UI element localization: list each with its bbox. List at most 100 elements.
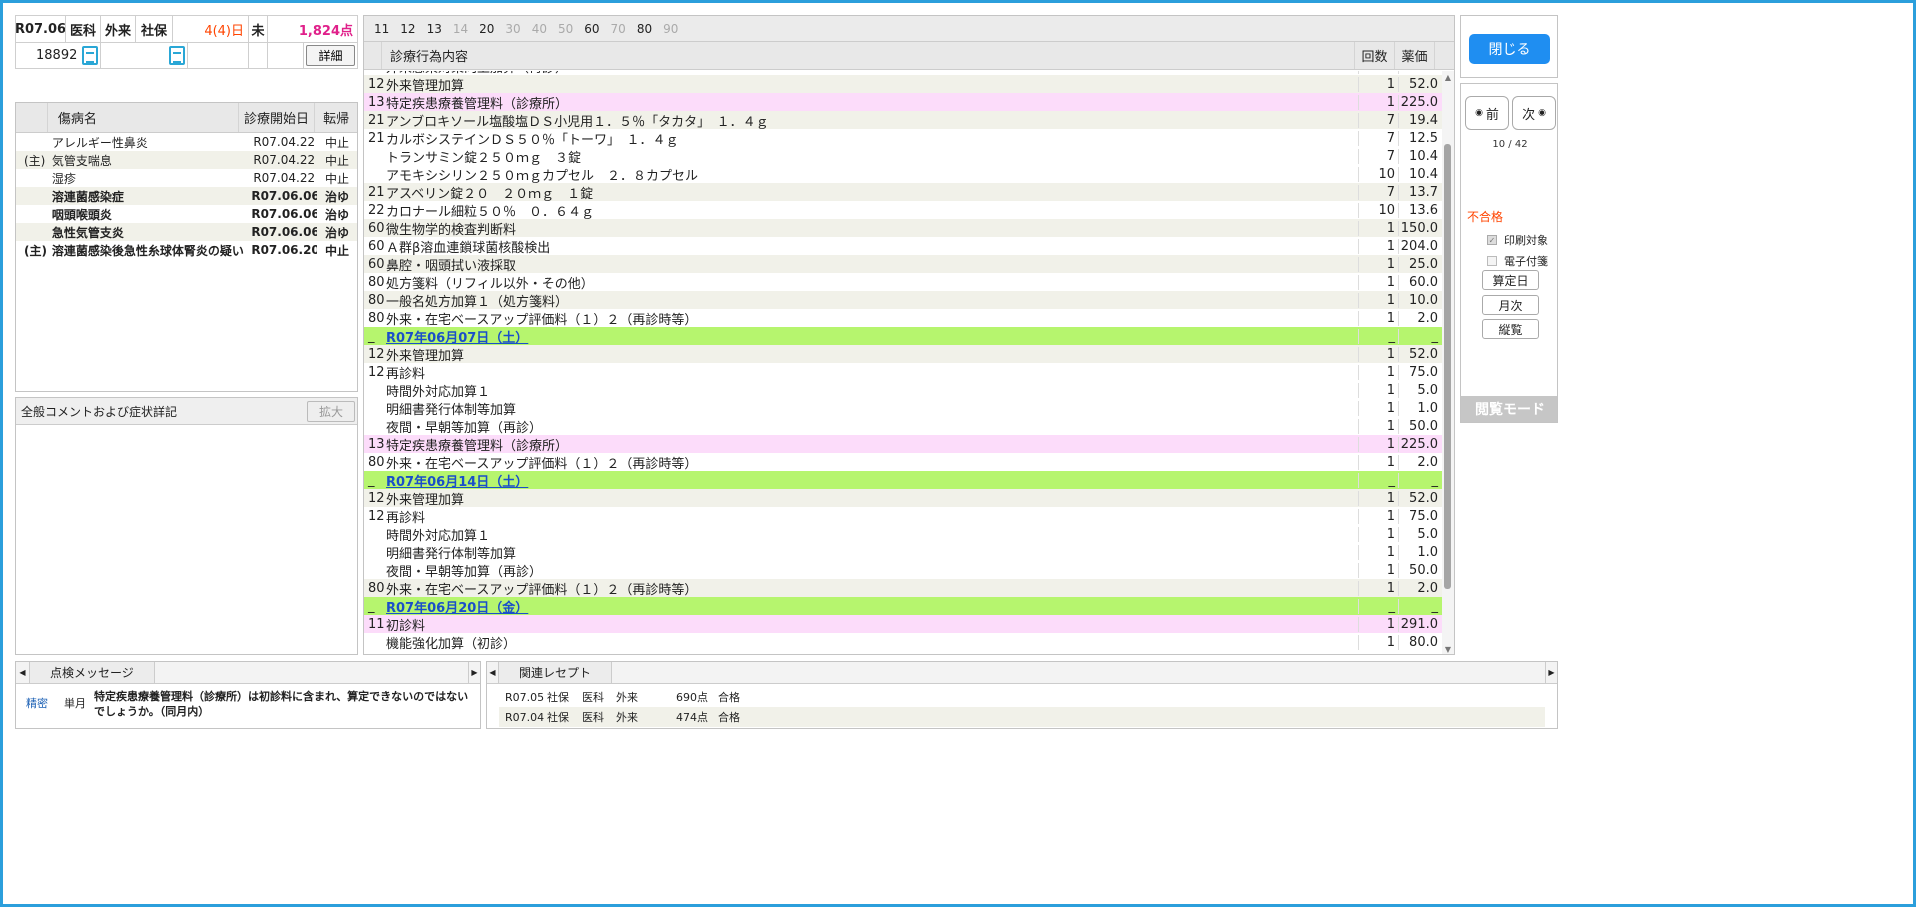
treatment-row[interactable]: 夜間・早朝等加算（再診） 1 50.0 xyxy=(364,417,1442,436)
treatment-row[interactable]: アモキシシリン２５０ｍｇカプセル ２．８カプセル 10 10.4 xyxy=(364,165,1442,184)
category-tab-11[interactable]: 11 xyxy=(374,22,389,36)
treatment-row[interactable]: 時間外対応加算１ 1 5.0 xyxy=(364,381,1442,400)
treatment-row[interactable]: 夜間・早朝等加算（再診） 1 50.0 xyxy=(364,561,1442,580)
treatment-row[interactable]: 13 特定疾患療養管理料（診療所） 1 225.0 xyxy=(364,93,1442,112)
scroll-down-arrow[interactable]: ▼ xyxy=(1442,643,1454,654)
treatment-row[interactable]: 80 外来・在宅ベースアップ評価料（１）２（再診時等） 1 2.0 xyxy=(364,579,1442,598)
calc-date-button[interactable]: 算定日 xyxy=(1482,270,1539,290)
disease-row[interactable]: (主) 溶連菌感染後急性糸球体腎炎の疑い R07.06.20 中止 xyxy=(16,241,357,259)
category-tab-12[interactable]: 12 xyxy=(400,22,415,36)
scroll-thumb[interactable] xyxy=(1444,144,1451,589)
disease-row[interactable]: 咽頭喉頭炎 R07.06.06 治ゆ xyxy=(16,205,357,223)
treatment-row[interactable]: 21 カルボシステインＤＳ５０％「トーワ」 １．４ｇ 7 12.5 xyxy=(364,129,1442,148)
treatment-price: 50.0 xyxy=(1398,562,1442,578)
treatment-row[interactable]: トランサミン錠２５０ｍｇ ３錠 7 10.4 xyxy=(364,147,1442,166)
document-icon[interactable] xyxy=(82,46,98,65)
checkbox-icon[interactable] xyxy=(1487,256,1497,266)
treatment-code: 12 xyxy=(368,508,385,524)
treatment-row[interactable]: 12 外来管理加算 1 52.0 xyxy=(364,489,1442,508)
treatment-row[interactable]: 13 特定疾患療養管理料（診療所） 1 225.0 xyxy=(364,435,1442,454)
category-tab-80[interactable]: 80 xyxy=(637,22,652,36)
related-tab-scroll-right[interactable]: ▶ xyxy=(1545,662,1557,683)
treatment-row[interactable]: 21 アンブロキソール塩酸塩ＤＳ小児用１．５％「タカタ」 １．４ｇ 7 19.4 xyxy=(364,111,1442,130)
category-tab-90[interactable]: 90 xyxy=(663,22,678,36)
treatment-count: 1 xyxy=(1358,634,1398,650)
empty-cell-3 xyxy=(267,42,304,69)
next-button[interactable]: 次 ◉ xyxy=(1512,96,1556,130)
close-button[interactable]: 閉じる xyxy=(1469,34,1550,64)
treatment-row[interactable]: 機能強化加算（初診） 1 80.0 xyxy=(364,633,1442,652)
tab-scroll-left[interactable]: ◀ xyxy=(16,662,30,683)
category-tab-40[interactable]: 40 xyxy=(532,22,547,36)
treatment-row[interactable]: 80 外来・在宅ベースアップ評価料（１）２（再診時等） 1 2.0 xyxy=(364,309,1442,328)
overview-button[interactable]: 縦覧 xyxy=(1482,319,1539,339)
disease-row[interactable]: 湿疹 R07.04.22 中止 xyxy=(16,169,357,187)
treatment-row[interactable]: 80 処方箋料（リフィル以外・その他） 1 60.0 xyxy=(364,273,1442,292)
treatment-row[interactable]: 80 一般名処方加算１（処方箋料） 1 10.0 xyxy=(364,291,1442,310)
tab-scroll-right[interactable]: ▶ xyxy=(468,662,480,683)
related-receipt-row[interactable]: R07.04 社保 医科 外来 474点 合格 xyxy=(499,707,1545,727)
category-tab-30[interactable]: 30 xyxy=(505,22,520,36)
electronic-note-option[interactable]: 電子付箋 xyxy=(1487,253,1548,269)
treatment-row[interactable]: 12 外来管理加算 1 52.0 xyxy=(364,345,1442,364)
tab-check-message[interactable]: 点検メッセージ xyxy=(30,662,155,683)
category-tab-70[interactable]: 70 xyxy=(611,22,626,36)
date-row[interactable]: _ R07年06月14日（土） _ _ xyxy=(364,471,1442,490)
treatment-code: 80 xyxy=(368,292,385,308)
tab-related-receipts[interactable]: 関連レセプト xyxy=(499,662,613,683)
treatment-name: 鼻腔・咽頭拭い液採取 xyxy=(386,258,517,274)
treatment-row[interactable]: 11 初診料 1 291.0 xyxy=(364,615,1442,634)
category-tab-50[interactable]: 50 xyxy=(558,22,573,36)
print-target-option[interactable]: ✓ 印刷対象 xyxy=(1487,232,1548,248)
treatment-row[interactable]: 60 Ａ群β溶血連鎖球菌核酸検出 1 204.0 xyxy=(364,237,1442,256)
checkbox-checked-icon[interactable]: ✓ xyxy=(1487,235,1497,245)
treatment-row[interactable]: 明細書発行体制等加算 1 1.0 xyxy=(364,399,1442,418)
treatment-count: 7 xyxy=(1358,184,1398,200)
treatment-row[interactable]: 21 アスベリン錠２０ ２０ｍｇ １錠 7 13.7 xyxy=(364,183,1442,202)
treatment-row[interactable]: 60 鼻腔・咽頭拭い液採取 1 25.0 xyxy=(364,255,1442,274)
treatment-row[interactable]: 時間外対応加算１ 1 5.0 xyxy=(364,525,1442,544)
treatment-code: _ xyxy=(368,472,375,488)
category-tab-60[interactable]: 60 xyxy=(584,22,599,36)
disease-row[interactable]: 溶連菌感染症 R07.06.06 治ゆ xyxy=(16,187,357,205)
treatment-row[interactable]: 明細書発行体制等加算 1 1.0 xyxy=(364,543,1442,562)
treatment-name: 外来管理加算 xyxy=(386,78,465,94)
treatment-code: _ xyxy=(368,598,375,614)
date-row[interactable]: _ R07年06月07日（土） _ _ xyxy=(364,327,1442,346)
treatment-code: 22 xyxy=(368,202,385,218)
category-tab-14[interactable]: 14 xyxy=(453,22,468,36)
treatment-count: 1 xyxy=(1358,220,1398,236)
treatment-row[interactable]: 22 カロナール細粒５０％ ０．６４ｇ 10 13.6 xyxy=(364,201,1442,220)
treatment-name-header: 診療行為内容 xyxy=(382,42,1355,69)
treatment-row[interactable]: 12 再診料 1 75.0 xyxy=(364,363,1442,382)
category-tab-13[interactable]: 13 xyxy=(427,22,442,36)
detail-button[interactable]: 詳細 xyxy=(306,45,355,66)
related-tab-scroll-left[interactable]: ◀ xyxy=(487,662,499,683)
treatment-row[interactable]: 12 再診料 1 75.0 xyxy=(364,507,1442,526)
category-tabs: 11 12 13 14 20 30 40 50 60 70 80 90 xyxy=(364,16,1454,42)
document-icon-2[interactable] xyxy=(169,46,185,65)
treatment-name: 明細書発行体制等加算 xyxy=(386,546,517,562)
treatment-row[interactable]: 12 外来管理加算 1 52.0 xyxy=(364,75,1442,94)
monthly-button[interactable]: 月次 xyxy=(1482,295,1539,315)
vertical-scrollbar[interactable]: ▲ ▼ xyxy=(1442,71,1454,654)
check-message-row[interactable]: 精密 単月 特定疾患療養管理料（診療所）は初診料に含まれ、算定できないのではないでし… xyxy=(16,684,480,719)
comment-body[interactable] xyxy=(16,425,357,654)
treatment-name: アスベリン錠２０ ２０ｍｇ １錠 xyxy=(386,186,594,202)
category-tab-20[interactable]: 20 xyxy=(479,22,494,36)
treatment-count: 1 xyxy=(1358,364,1398,380)
disease-row[interactable]: 急性気管支炎 R07.06.06 治ゆ xyxy=(16,223,357,241)
date-row[interactable]: _ R07年06月20日（金） _ _ xyxy=(364,597,1442,616)
treatment-row[interactable]: 60 微生物学的検査判断料 1 150.0 xyxy=(364,219,1442,238)
expand-button[interactable]: 拡大 xyxy=(307,400,355,422)
treatment-name: R07年06月07日（土） xyxy=(386,330,529,346)
receipt-points: 474点 xyxy=(676,711,708,724)
scroll-up-arrow[interactable]: ▲ xyxy=(1442,71,1454,83)
disease-row[interactable]: (主) 気管支喘息 R07.04.22 中止 xyxy=(16,151,357,169)
prev-button[interactable]: ◉ 前 xyxy=(1465,96,1509,130)
disease-row[interactable]: アレルギー性鼻炎 R07.04.22 中止 xyxy=(16,133,357,151)
related-receipt-row[interactable]: R07.05 社保 医科 外来 690点 合格 xyxy=(499,687,1545,707)
disease-name: 急性気管支炎 xyxy=(51,225,124,240)
page-counter: 10 / 42 xyxy=(1492,139,1528,150)
treatment-row[interactable]: 80 外来・在宅ベースアップ評価料（１）２（再診時等） 1 2.0 xyxy=(364,453,1442,472)
